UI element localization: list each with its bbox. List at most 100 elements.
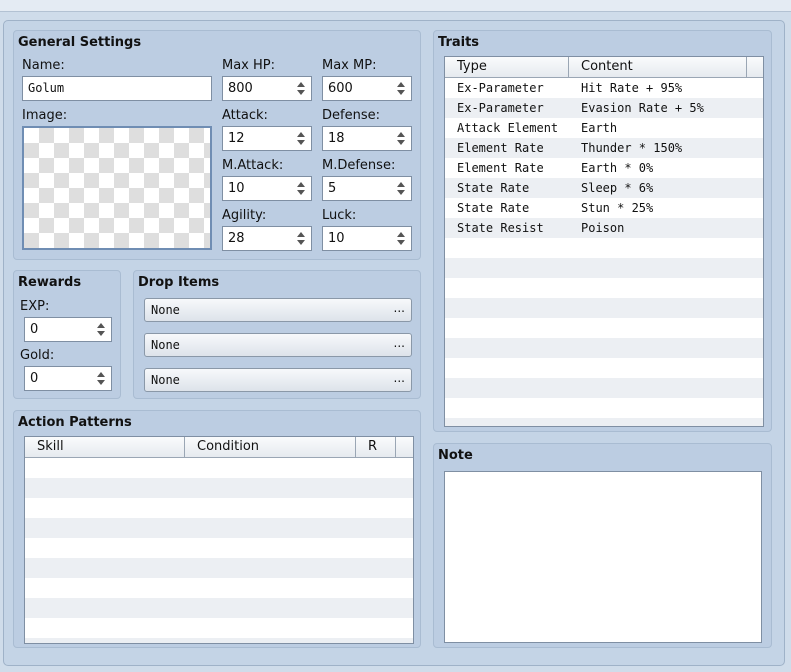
general-settings-title: General Settings [18,35,142,50]
gold-spinbox[interactable]: 0 [24,366,112,391]
top-bar [0,0,791,12]
agility-label: Agility: [222,208,267,223]
column-header-r[interactable]: R [356,437,396,458]
spin-arrows-icon[interactable] [297,131,305,146]
column-header-content[interactable]: Content [569,57,747,78]
enemy-editor-frame: General Settings Name: Golum Image: Max … [3,20,785,666]
attack-spinbox[interactable]: 12 [222,126,312,151]
traits-list[interactable]: Type Content Ex-Parameter Hit Rate + 95% … [444,56,764,427]
spin-arrows-icon[interactable] [397,181,405,196]
drop-item-3-value: None [151,373,180,387]
note-textarea[interactable] [444,471,762,643]
general-settings-group: General Settings Name: Golum Image: Max … [13,30,421,260]
traits-header: Type Content [445,57,763,78]
note-title: Note [438,448,473,463]
trait-content: Earth * 0% [581,161,654,175]
action-patterns-title: Action Patterns [18,415,132,430]
action-patterns-group: Action Patterns Skill Condition R [13,410,421,648]
column-header-type[interactable]: Type [445,57,569,78]
trait-content: Earth [581,121,618,135]
luck-value: 10 [328,231,345,246]
trait-type: Attack Element [457,121,559,135]
luck-spinbox[interactable]: 10 [322,226,412,251]
action-patterns-header: Skill Condition R [25,437,413,458]
defense-label: Defense: [322,108,380,123]
spin-arrows-icon[interactable] [297,181,305,196]
max-mp-spinbox[interactable]: 600 [322,76,412,101]
trait-type: Ex-Parameter [457,101,544,115]
drop-item-1-value: None [151,303,180,317]
spin-arrows-icon[interactable] [397,81,405,96]
note-group: Note [433,443,772,648]
m-attack-spinbox[interactable]: 10 [222,176,312,201]
ellipsis-icon: ... [393,371,405,385]
defense-value: 18 [328,131,345,146]
max-hp-label: Max HP: [222,58,276,73]
m-defense-spinbox[interactable]: 5 [322,176,412,201]
rewards-group: Rewards EXP: 0 Gold: 0 [13,270,121,399]
luck-label: Luck: [322,208,357,223]
trait-type: Ex-Parameter [457,81,544,95]
name-value: Golum [28,81,65,95]
max-mp-label: Max MP: [322,58,377,73]
max-hp-spinbox[interactable]: 800 [222,76,312,101]
spin-arrows-icon[interactable] [397,231,405,246]
trait-content: Hit Rate + 95% [581,81,683,95]
agility-value: 28 [228,231,245,246]
trait-content: Poison [581,221,625,235]
spin-arrows-icon[interactable] [297,81,305,96]
gold-label: Gold: [20,348,55,363]
exp-value: 0 [30,322,39,337]
traits-title: Traits [438,35,480,50]
defense-spinbox[interactable]: 18 [322,126,412,151]
table-row[interactable]: State Resist Poison [445,218,763,238]
spin-arrows-icon[interactable] [297,231,305,246]
ellipsis-icon: ... [393,336,405,350]
spin-arrows-icon[interactable] [397,131,405,146]
trait-content: Sleep * 6% [581,181,654,195]
name-input[interactable]: Golum [22,76,212,101]
gold-value: 0 [30,371,39,386]
m-attack-value: 10 [228,181,245,196]
trait-type: State Resist [457,221,544,235]
trait-content: Thunder * 150% [581,141,683,155]
trait-type: Element Rate [457,141,544,155]
image-picker[interactable] [22,126,212,250]
drop-item-3-button[interactable]: None ... [144,368,412,392]
trait-type: Element Rate [457,161,544,175]
table-row[interactable]: Element Rate Thunder * 150% [445,138,763,158]
drop-item-1-button[interactable]: None ... [144,298,412,322]
table-row[interactable]: State Rate Stun * 25% [445,198,763,218]
table-row[interactable]: State Rate Sleep * 6% [445,178,763,198]
attack-value: 12 [228,131,245,146]
table-row[interactable]: Attack Element Earth [445,118,763,138]
attack-label: Attack: [222,108,268,123]
action-patterns-rows[interactable] [25,458,413,643]
trait-type: State Rate [457,201,530,215]
exp-spinbox[interactable]: 0 [24,317,112,342]
drop-item-2-button[interactable]: None ... [144,333,412,357]
action-patterns-list[interactable]: Skill Condition R [24,436,414,644]
max-mp-value: 600 [328,81,353,96]
trait-type: State Rate [457,181,530,195]
column-header-skill[interactable]: Skill [25,437,185,458]
traits-rows[interactable]: Ex-Parameter Hit Rate + 95% Ex-Parameter E… [445,78,763,426]
column-header-condition[interactable]: Condition [185,437,356,458]
table-row[interactable]: Element Rate Earth * 0% [445,158,763,178]
table-row[interactable]: Ex-Parameter Hit Rate + 95% [445,78,763,98]
name-label: Name: [22,58,65,73]
ellipsis-icon: ... [393,301,405,315]
exp-label: EXP: [20,299,50,314]
spin-arrows-icon[interactable] [97,322,105,337]
drop-items-title: Drop Items [138,275,220,290]
drop-items-group: Drop Items None ... None ... None ... [133,270,421,399]
trait-content: Evasion Rate + 5% [581,101,704,115]
m-attack-label: M.Attack: [222,158,284,173]
spin-arrows-icon[interactable] [97,371,105,386]
rewards-title: Rewards [18,275,82,290]
traits-group: Traits Type Content Ex-Parameter Hit Rate… [433,30,772,432]
m-defense-value: 5 [328,181,337,196]
trait-content: Stun * 25% [581,201,654,215]
agility-spinbox[interactable]: 28 [222,226,312,251]
table-row[interactable]: Ex-Parameter Evasion Rate + 5% [445,98,763,118]
